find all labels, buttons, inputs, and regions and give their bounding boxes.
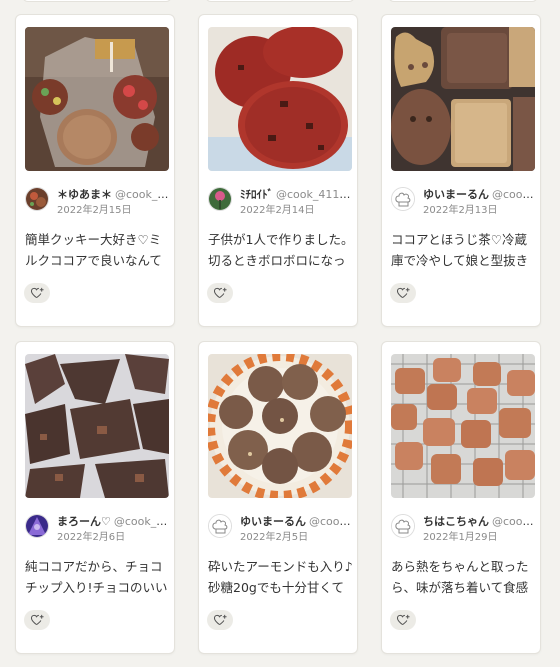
author-handle: @cook_4... [115,188,169,201]
author-name-line: ＊ゆあま＊ @cook_4... [57,188,169,202]
avatar[interactable] [25,514,49,538]
author-row[interactable]: まろーん♡ @cook_4... 2022年2月6日 [25,512,171,548]
card-edge [22,0,172,2]
like-button[interactable] [390,283,416,303]
author-row[interactable]: ゆいまーるん @cook... 2022年2月13日 [391,185,537,221]
author-name-line: ちはこちゃん @cook... [423,515,535,529]
report-card[interactable]: ゆいまーるん @cook... 2022年2月13日 ココアとほうじ茶♡冷蔵庫で冷… [381,14,541,327]
report-comment: あら熱をちゃんと取ったら、味が落ち着いて食感も良くなって、サクホ... [391,559,529,595]
report-card[interactable]: ちはこちゃん @cook... 2022年1月29日 あら熱をちゃんと取ったら、味… [381,341,541,654]
post-date: 2022年2月13日 [423,205,498,216]
report-comment: 砕いたアーモンドも入り♪砂糖20gでも十分甘くて美味しかったです♡ザ... [208,559,353,595]
report-photo[interactable] [25,27,169,171]
post-date: 2022年2月14日 [240,205,315,216]
chef-hat-icon [392,188,414,210]
author-name: ゆいまーるん [423,188,489,201]
post-date: 2022年2月5日 [240,532,309,543]
report-comment: 簡単クッキー大好き♡ミルクココアで良いなんて☆*ᐝ̣サクほろっで美味... [25,232,162,268]
author-name-line: ﾐﾁﾛｲﾄﾞ @cook_4111... [240,188,352,202]
report-photo[interactable] [25,354,169,498]
author-handle: @cook... [492,188,535,201]
author-row[interactable]: ゆいまーるん @cook... 2022年2月5日 [208,512,354,548]
heart-plus-icon [396,614,410,626]
avatar[interactable] [391,187,415,211]
report-photo[interactable] [208,354,352,498]
card-edge [205,0,355,2]
chef-hat-icon [209,515,231,537]
author-name: まろーん♡ [57,515,111,528]
avatar[interactable] [25,187,49,211]
heart-plus-icon [30,287,44,299]
card-edge [388,0,538,2]
author-name-line: ゆいまーるん @cook... [423,188,535,202]
author-name: ﾐﾁﾛｲﾄﾞ [240,188,273,201]
author-name: ＊ゆあま＊ [57,188,112,201]
author-name: ゆいまーるん [240,515,306,528]
author-handle: @cook_4111... [276,188,352,201]
heart-plus-icon [396,287,410,299]
report-comment: 子供が1人で作りました。切るときボロボロになったけど、簡単に美味し... [208,232,354,268]
author-row[interactable]: ちはこちゃん @cook... 2022年1月29日 [391,512,537,548]
report-card[interactable]: ＊ゆあま＊ @cook_4... 2022年2月15日 簡単クッキー大好き♡ミルク… [15,14,175,327]
report-photo[interactable] [391,27,535,171]
like-button[interactable] [207,610,233,630]
like-button[interactable] [24,283,50,303]
heart-plus-icon [30,614,44,626]
report-card[interactable]: ゆいまーるん @cook... 2022年2月5日 砕いたアーモンドも入り♪砂糖2… [198,341,358,654]
author-handle: @cook... [309,515,352,528]
like-button[interactable] [24,610,50,630]
author-name-line: ゆいまーるん @cook... [240,515,352,529]
avatar[interactable] [208,187,232,211]
author-name-line: まろーん♡ @cook_4... [57,515,169,529]
author-row[interactable]: ＊ゆあま＊ @cook_4... 2022年2月15日 [25,185,171,221]
like-button[interactable] [207,283,233,303]
avatar[interactable] [391,514,415,538]
report-card[interactable]: まろーん♡ @cook_4... 2022年2月6日 純ココアだから、チョコチップ… [15,341,175,654]
author-row[interactable]: ﾐﾁﾛｲﾄﾞ @cook_4111... 2022年2月14日 [208,185,354,221]
author-handle: @cook_4... [113,515,169,528]
post-date: 2022年2月6日 [57,532,126,543]
heart-plus-icon [213,614,227,626]
heart-plus-icon [213,287,227,299]
author-name: ちはこちゃん [423,515,489,528]
report-comment: 純ココアだから、チョコチップ入り!チョコのいい匂い(^^)早く粗熱冷めろ... [25,559,168,595]
post-date: 2022年1月29日 [423,532,498,543]
author-handle: @cook... [492,515,535,528]
report-comment: ココアとほうじ茶♡冷蔵庫で冷やして娘と型抜き༄ ホワイトチョコを挟... [391,232,529,268]
report-card[interactable]: ﾐﾁﾛｲﾄﾞ @cook_4111... 2022年2月14日 子供が1人で作りま… [198,14,358,327]
report-photo[interactable] [391,354,535,498]
post-date: 2022年2月15日 [57,205,132,216]
report-photo[interactable] [208,27,352,171]
avatar[interactable] [208,514,232,538]
like-button[interactable] [390,610,416,630]
tsukurepo-grid: ＊ゆあま＊ @cook_4... 2022年2月15日 簡単クッキー大好き♡ミルク… [0,0,560,667]
chef-hat-icon [392,515,414,537]
